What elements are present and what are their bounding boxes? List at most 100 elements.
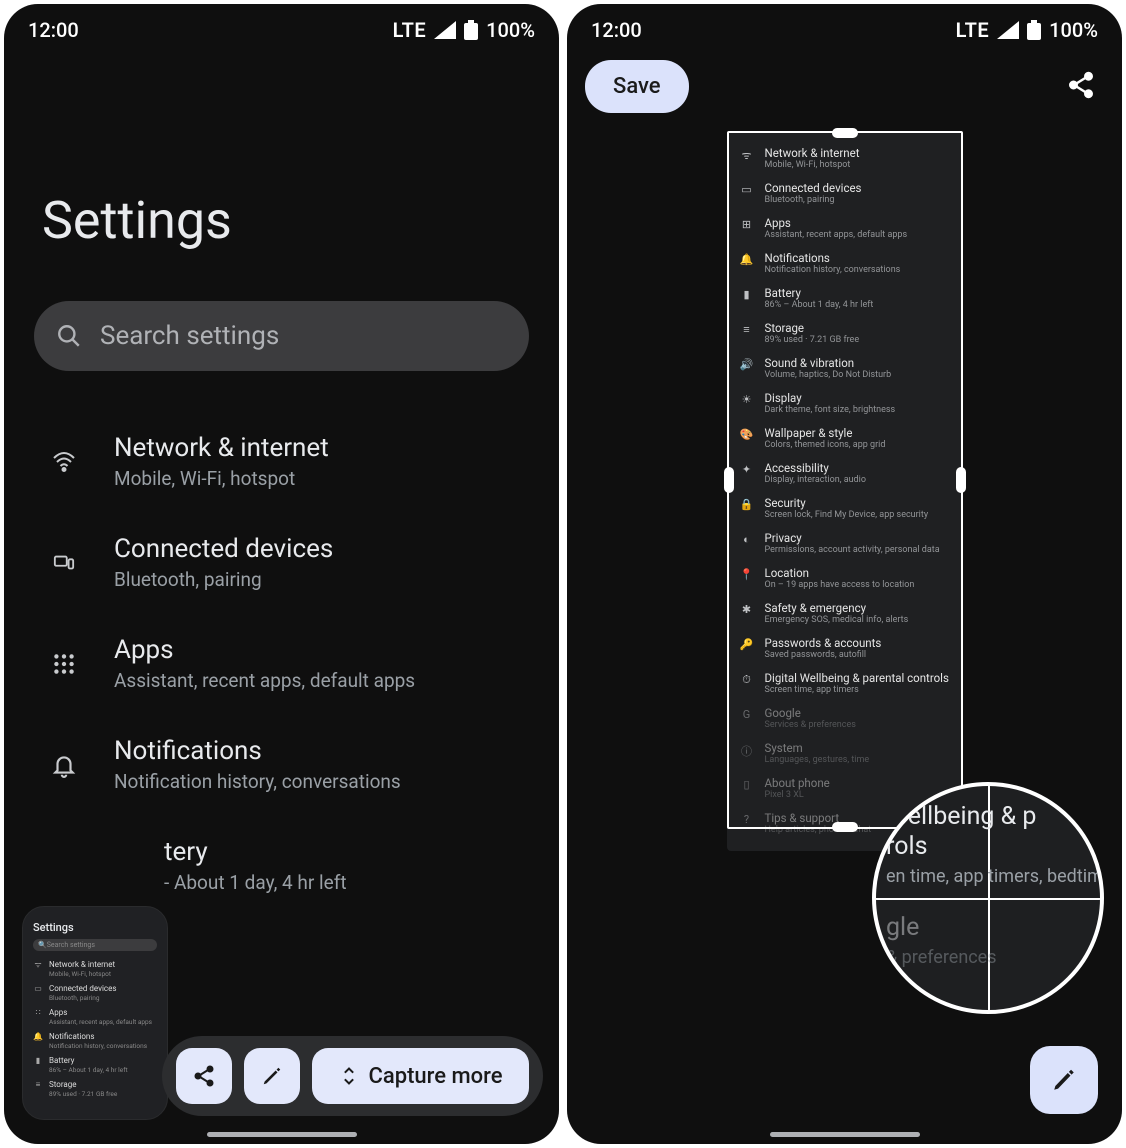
nav-handle[interactable] bbox=[207, 1132, 357, 1137]
row-icon: ⓘ bbox=[739, 741, 755, 759]
status-network-label: LTE bbox=[393, 18, 427, 42]
row-title: Sound & vibration bbox=[765, 356, 892, 370]
long-screenshot-row: ✱Safety & emergencyEmergency SOS, medica… bbox=[727, 596, 963, 631]
row-title: Connected devices bbox=[765, 181, 862, 195]
long-screenshot-canvas[interactable]: ᯤNetwork & internetMobile, Wi-Fi, hotspo… bbox=[727, 131, 963, 851]
search-icon bbox=[56, 323, 82, 349]
status-network-label: LTE bbox=[956, 18, 990, 42]
row-icon: 🔒 bbox=[739, 496, 755, 511]
settings-item-battery-partial[interactable]: tery - About 1 day, 4 hr left bbox=[44, 815, 545, 916]
row-subtitle: Assistant, recent apps, default apps bbox=[765, 230, 908, 241]
capture-more-button[interactable]: Capture more bbox=[312, 1048, 529, 1104]
battery-icon bbox=[1027, 20, 1041, 40]
row-subtitle: Saved passwords, autofill bbox=[765, 650, 882, 661]
row-subtitle: 89% used · 7.21 GB free bbox=[765, 335, 860, 346]
settings-item-connected[interactable]: Connected devicesBluetooth, pairing bbox=[44, 512, 545, 613]
search-settings-input[interactable]: Search settings bbox=[34, 301, 529, 371]
settings-item-notifications[interactable]: NotificationsNotification history, conve… bbox=[44, 714, 545, 815]
devices-icon bbox=[49, 552, 79, 574]
share-icon bbox=[192, 1064, 216, 1088]
edit-fab[interactable] bbox=[1030, 1046, 1098, 1114]
save-button[interactable]: Save bbox=[585, 60, 689, 113]
screenshot-action-bar: Capture more bbox=[162, 1036, 543, 1116]
search-placeholder: Search settings bbox=[100, 321, 279, 351]
share-button[interactable] bbox=[176, 1048, 232, 1104]
long-screenshot-row: ≡Storage89% used · 7.21 GB free bbox=[727, 316, 963, 351]
long-screenshot-row: ᯤNetwork & internetMobile, Wi-Fi, hotspo… bbox=[727, 141, 963, 176]
row-icon: 🔑 bbox=[739, 636, 755, 651]
crop-handle-top[interactable] bbox=[832, 128, 858, 138]
row-subtitle: On – 19 apps have access to location bbox=[765, 580, 915, 591]
long-screenshot-row: ▮Battery86% – About 1 day, 4 hr left bbox=[727, 281, 963, 316]
row-subtitle: Permissions, account activity, personal … bbox=[765, 545, 940, 556]
row-subtitle: Help articles, phone & chat bbox=[765, 825, 872, 836]
nav-handle[interactable] bbox=[770, 1132, 920, 1137]
pencil-icon bbox=[1051, 1067, 1077, 1093]
row-title: Digital Wellbeing & parental controls bbox=[765, 671, 949, 685]
loupe-text: & preferences bbox=[886, 947, 1090, 968]
share-icon bbox=[1066, 70, 1096, 100]
long-screenshot-row: ☀ DisplayDark theme, font size, brightnes… bbox=[727, 386, 963, 421]
loupe-text: rols bbox=[886, 832, 1090, 862]
battery-icon bbox=[464, 20, 478, 40]
row-icon: ☀ bbox=[739, 391, 755, 406]
status-bar: 12:00 LTE 100% bbox=[4, 4, 559, 50]
row-icon: ▮ bbox=[739, 286, 755, 301]
magnifier-loupe[interactable]: Wellbeing & p rols en time, app timers, … bbox=[872, 782, 1104, 1014]
long-screenshot-row: 🎨Wallpaper & styleColors, themed icons, … bbox=[727, 421, 963, 456]
item-subtitle: Bluetooth, pairing bbox=[114, 568, 333, 591]
settings-item-network[interactable]: Network & internetMobile, Wi-Fi, hotspot bbox=[44, 411, 545, 512]
settings-item-apps[interactable]: AppsAssistant, recent apps, default apps bbox=[44, 613, 545, 714]
row-title: Display bbox=[765, 391, 896, 405]
long-screenshot-row: ⊞AppsAssistant, recent apps, default app… bbox=[727, 211, 963, 246]
edit-button[interactable] bbox=[244, 1048, 300, 1104]
item-subtitle-fragment: - About 1 day, 4 hr left bbox=[164, 871, 347, 894]
row-title: Security bbox=[765, 496, 929, 510]
long-screenshot-row: ▭Connected devicesBluetooth, pairing bbox=[727, 176, 963, 211]
row-icon: 🎨 bbox=[739, 426, 755, 441]
row-icon: 📍 bbox=[739, 566, 755, 581]
loupe-text: gle bbox=[886, 913, 1090, 943]
apps-grid-icon bbox=[51, 651, 77, 677]
row-title: Safety & emergency bbox=[765, 601, 909, 615]
row-subtitle: Mobile, Wi-Fi, hotspot bbox=[765, 160, 860, 171]
row-title: Google bbox=[765, 706, 856, 720]
status-time: 12:00 bbox=[28, 18, 79, 42]
screenshot-thumbnail[interactable]: Settings 🔍 Search settings ᯤNetwork & in… bbox=[22, 906, 168, 1120]
long-screenshot-row: 🔑Passwords & accountsSaved passwords, au… bbox=[727, 631, 963, 666]
pencil-icon bbox=[261, 1065, 283, 1087]
row-icon: ⏱ bbox=[739, 671, 755, 687]
long-screenshot-row: 🔊Sound & vibrationVolume, haptics, Do No… bbox=[727, 351, 963, 386]
row-subtitle: 86% – About 1 day, 4 hr left bbox=[765, 300, 874, 311]
settings-list: Network & internetMobile, Wi-Fi, hotspot… bbox=[4, 411, 559, 916]
row-title: Apps bbox=[765, 216, 908, 230]
item-subtitle: Assistant, recent apps, default apps bbox=[114, 669, 415, 692]
page-title: Settings bbox=[4, 50, 559, 301]
row-title: Location bbox=[765, 566, 915, 580]
row-title: Privacy bbox=[765, 531, 940, 545]
share-button[interactable] bbox=[1066, 70, 1096, 104]
screenshot-editor: ᯤNetwork & internetMobile, Wi-Fi, hotspo… bbox=[567, 113, 1122, 1144]
long-screenshot-row: ✦AccessibilityDisplay, interaction, audi… bbox=[727, 456, 963, 491]
status-battery-pct: 100% bbox=[1049, 18, 1098, 42]
row-title: Notifications bbox=[765, 251, 901, 265]
long-screenshot-row: 📍 LocationOn – 19 apps have access to loc… bbox=[727, 561, 963, 596]
editor-top-bar: Save bbox=[567, 50, 1122, 113]
item-title-fragment: tery bbox=[164, 837, 347, 867]
item-title: Notifications bbox=[114, 736, 401, 766]
row-icon: ◐ bbox=[739, 531, 755, 546]
row-title: Wallpaper & style bbox=[765, 426, 886, 440]
row-icon: ▯ bbox=[739, 776, 755, 791]
row-title: Tips & support bbox=[765, 811, 872, 825]
row-icon: ✱ bbox=[739, 601, 755, 616]
row-icon: G bbox=[739, 706, 755, 721]
expand-vertical-icon bbox=[339, 1063, 359, 1089]
row-subtitle: Languages, gestures, time bbox=[765, 755, 870, 766]
status-bar: 12:00 LTE 100% bbox=[567, 4, 1122, 50]
phone-right: 12:00 LTE 100% Save ᯤNetwork & internetM… bbox=[567, 4, 1122, 1144]
row-subtitle: Dark theme, font size, brightness bbox=[765, 405, 896, 416]
row-subtitle: Services & preferences bbox=[765, 720, 856, 731]
long-screenshot-row: 🔒SecurityScreen lock, Find My Device, ap… bbox=[727, 491, 963, 526]
row-icon: ? bbox=[739, 811, 755, 826]
row-subtitle: Screen time, app timers bbox=[765, 685, 949, 696]
